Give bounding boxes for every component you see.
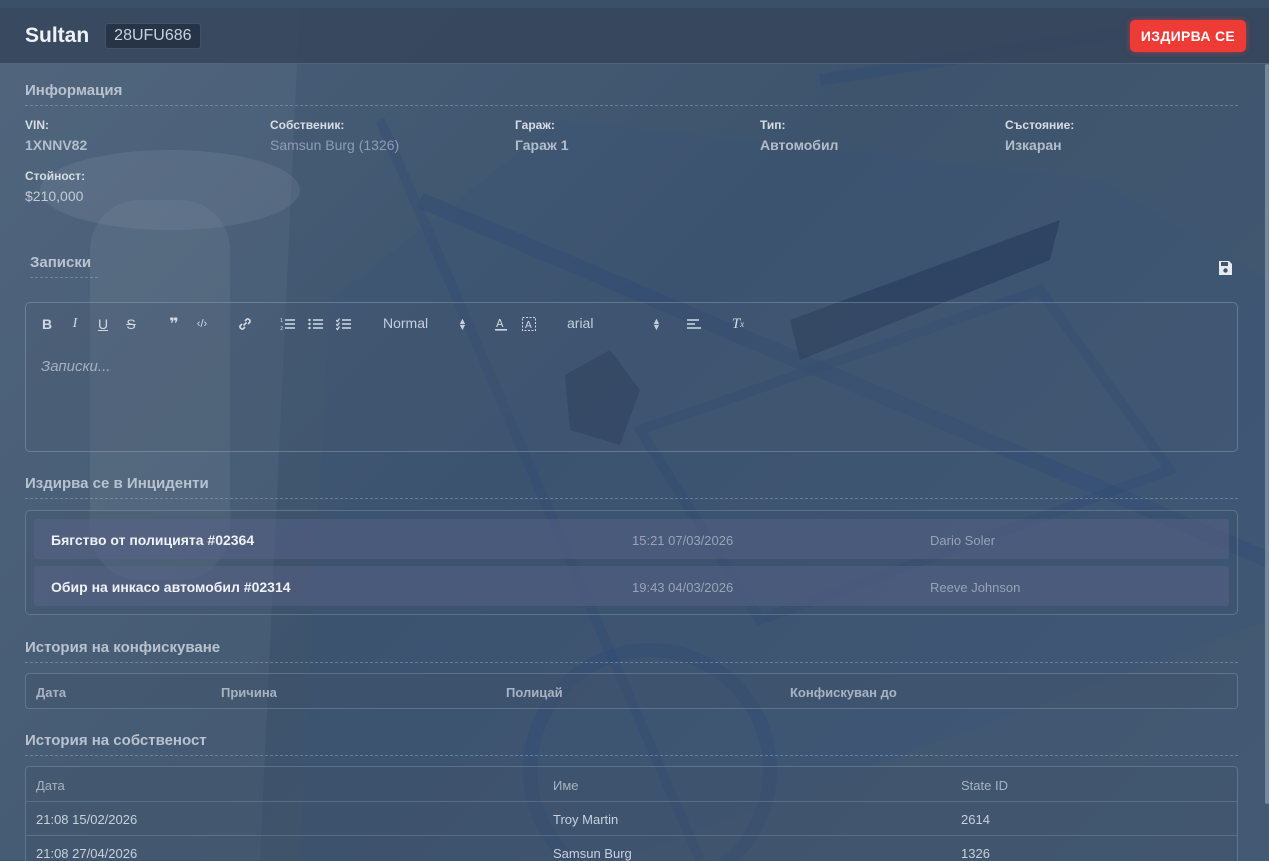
cell-state-id: 2614 — [961, 812, 990, 827]
column-header-date: Дата — [36, 778, 65, 793]
cell-date: 21:08 27/04/2026 — [36, 846, 138, 861]
notes-divider — [30, 277, 98, 278]
bold-icon[interactable]: B — [38, 315, 56, 333]
state-label: Състояние: — [1005, 118, 1075, 132]
italic-icon[interactable]: I — [66, 315, 84, 333]
cell-state-id: 1326 — [961, 846, 990, 861]
divider — [25, 498, 1238, 499]
type-value: Автомобил — [760, 137, 839, 153]
incidents-list: Бягство от полицията #02364 15:21 07/03/… — [25, 510, 1238, 615]
checklist-icon[interactable] — [335, 315, 353, 333]
garage-value: Гараж 1 — [515, 137, 569, 153]
vehicle-profile-panel: Sultan 28UFU686 ИЗДИРВА СЕ Информация VI… — [0, 0, 1269, 861]
ordered-list-icon[interactable]: 12 — [279, 315, 297, 333]
chevron-updown-icon: ▲ ▼ — [652, 316, 661, 332]
svg-text:2: 2 — [280, 326, 283, 331]
state-value: Изкаран — [1005, 137, 1062, 153]
bullet-list-icon[interactable] — [307, 315, 325, 333]
divider — [25, 662, 1238, 663]
ownership-history-title: История на собственост — [25, 732, 207, 749]
svg-text:A: A — [525, 320, 532, 331]
underline-icon[interactable]: U — [94, 315, 112, 333]
incident-officer: Reeve Johnson — [930, 580, 1021, 595]
notes-placeholder: Записки... — [41, 358, 111, 375]
strikethrough-icon[interactable]: S — [122, 315, 140, 333]
scrollbar[interactable] — [1265, 64, 1269, 804]
align-icon[interactable] — [685, 315, 703, 333]
wanted-status-button[interactable]: ИЗДИРВА СЕ — [1129, 20, 1246, 52]
header-size-select[interactable]: Normal ▲ ▼ — [383, 315, 468, 333]
vin-label: VIN: — [25, 118, 49, 132]
editor-toolbar: B I U S ❞ ‹/› 12 Normal ▲ ▼ A A arial ▲ … — [26, 303, 1237, 345]
value-amount: $210,000 — [25, 188, 84, 204]
incident-time: 15:21 07/03/2026 — [632, 533, 734, 548]
cell-name: Troy Martin — [553, 812, 619, 827]
plate-badge: 28UFU686 — [105, 22, 201, 49]
divider — [25, 105, 1238, 106]
incident-title: Бягство от полицията #02364 — [51, 532, 255, 548]
incident-row[interactable]: Обир на инкасо автомобил #02314 19:43 04… — [34, 566, 1229, 606]
vehicle-name: Sultan — [25, 23, 90, 47]
background-color-icon[interactable]: A — [520, 315, 538, 333]
incidents-title: Издирва се в Инциденти — [25, 475, 209, 492]
column-header-reason: Причина — [221, 685, 277, 700]
svg-text:1: 1 — [280, 318, 283, 324]
clear-format-icon[interactable]: Tx — [729, 315, 747, 333]
incident-row[interactable]: Бягство от полицията #02364 15:21 07/03/… — [34, 519, 1229, 559]
impound-table: Дата Причина Полицай Конфискуван до — [25, 673, 1238, 709]
incident-time: 19:43 04/03/2026 — [632, 580, 734, 595]
save-icon[interactable] — [1217, 260, 1233, 276]
cell-name: Samsun Burg — [553, 846, 632, 861]
column-header-impounded-until: Конфискуван до — [790, 685, 897, 700]
chevron-updown-icon: ▲ ▼ — [458, 316, 467, 332]
notes-title: Записки — [30, 254, 92, 271]
font-select-value: arial — [567, 315, 594, 331]
font-select[interactable]: arial ▲ ▼ — [567, 315, 662, 333]
column-header-date: Дата — [36, 685, 67, 700]
code-icon[interactable]: ‹/› — [193, 315, 211, 333]
garage-label: Гараж: — [515, 118, 555, 132]
vin-value: 1XNNV82 — [25, 137, 88, 153]
header-size-value: Normal — [383, 315, 429, 331]
table-row: 21:08 27/04/2026 Samsun Burg 1326 — [26, 835, 1237, 861]
impound-history-title: История на конфискуване — [25, 639, 221, 656]
info-section-title: Информация — [25, 82, 123, 99]
owner-label: Собственик: — [270, 118, 345, 132]
incident-title: Обир на инкасо автомобил #02314 — [51, 579, 291, 595]
owner-link[interactable]: Samsun Burg (1326) — [270, 137, 399, 153]
blockquote-icon[interactable]: ❞ — [165, 315, 183, 333]
column-header-state-id: State ID — [961, 778, 1008, 793]
top-strip — [0, 0, 1269, 8]
table-row: 21:08 15/02/2026 Troy Martin 2614 — [26, 801, 1237, 835]
header-bar: Sultan 28UFU686 ИЗДИРВА СЕ — [0, 8, 1269, 64]
value-label: Стойност: — [25, 169, 86, 183]
ownership-table: Дата Име State ID 21:08 15/02/2026 Troy … — [25, 766, 1238, 861]
divider — [25, 755, 1238, 756]
text-color-icon[interactable]: A — [492, 315, 510, 333]
incident-officer: Dario Soler — [930, 533, 996, 548]
cell-date: 21:08 15/02/2026 — [36, 812, 138, 827]
notes-editor[interactable]: B I U S ❞ ‹/› 12 Normal ▲ ▼ A A arial ▲ … — [25, 302, 1238, 452]
column-header-officer: Полицай — [506, 685, 563, 700]
column-header-name: Име — [553, 778, 579, 793]
type-label: Тип: — [760, 118, 786, 132]
svg-text:A: A — [496, 317, 504, 330]
link-icon[interactable] — [236, 315, 254, 333]
